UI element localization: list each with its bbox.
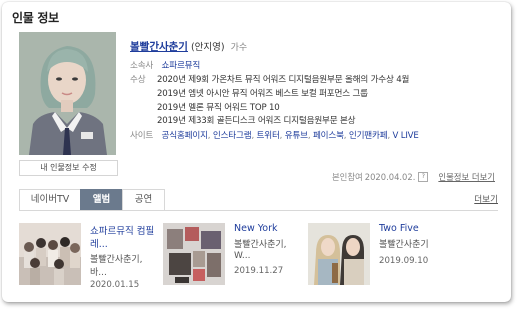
album-artist: 볼빨간사춘기, <box>90 255 143 265</box>
award-item: 2019년 엠넷 아시안 뮤직 어워즈 베스트 보컬 퍼포먼스 그룹 <box>157 89 368 99</box>
album-artist-continued: W... <box>234 251 251 261</box>
contributor-date: 2020.04.02. <box>364 172 416 182</box>
more-person-info-link[interactable]: 인물정보 더보기 <box>438 171 495 183</box>
album-cover[interactable] <box>19 223 81 285</box>
content-tabs: 네이버TV 앨범 공연 더보기 <box>19 189 498 211</box>
agency-label: 소속사 <box>130 61 154 71</box>
help-icon[interactable]: ? <box>418 172 429 182</box>
album-artist-continued: 바... <box>90 268 107 278</box>
album-title-continued[interactable]: 레... <box>90 236 108 250</box>
award-item: 2020년 제9회 가온차트 뮤직 어워즈 디지털음원부문 올해의 가수상 4월 <box>157 75 410 85</box>
album-date: 2020.01.15 <box>90 280 140 290</box>
site-separator: , <box>207 131 211 141</box>
artist-real-name: (안지영) <box>190 42 225 53</box>
site-link-official[interactable]: 공식홈페이지 <box>162 131 208 141</box>
site-link-vlive[interactable]: V LIVE <box>393 131 419 141</box>
artist-name-link[interactable]: 볼빨간사춘기 <box>130 41 188 53</box>
site-separator: , <box>251 131 254 141</box>
name-row: 볼빨간사춘기 (안지영) 가수 <box>130 35 247 54</box>
tab-album[interactable]: 앨범 <box>80 189 123 210</box>
agency-row: 소속사 쇼파르뮤직 <box>130 59 200 71</box>
album-artist: 볼빨간사춘기 <box>379 240 429 250</box>
album-title[interactable]: 쇼파르뮤직 컴필 <box>90 223 154 237</box>
site-separator: , <box>387 131 390 141</box>
album-artist: 볼빨간사춘기, <box>234 240 287 250</box>
contributor-row: 본인참여 2020.04.02. ? 인물정보 더보기 <box>332 171 495 183</box>
sites-label: 사이트 <box>130 131 154 141</box>
album-title[interactable]: New York <box>234 223 278 234</box>
section-title: 인물 정보 <box>12 11 59 25</box>
award-item: 2019년 제33회 골든디스크 어워즈 디지털음원부문 본상 <box>157 116 356 126</box>
site-link-instagram[interactable]: 인스타그램 <box>213 131 252 141</box>
sites-row: 사이트 공식홈페이지, 인스타그램, 트위터, 유튜브, 페이스북, 인기팬카페… <box>130 129 419 141</box>
person-info-card: 인물 정보 내 인물정보 수정 볼빨간사춘기 (안지영) 가수 소속사 쇼파르뮤… <box>2 2 511 302</box>
album-cover[interactable] <box>163 223 225 285</box>
site-link-fancafe[interactable]: 인기팬카페 <box>349 131 388 141</box>
site-separator: , <box>307 131 311 141</box>
agency-link[interactable]: 쇼파르뮤직 <box>162 61 201 71</box>
award-item: 2019년 멜론 뮤직 어워드 TOP 10 <box>157 103 280 113</box>
contributor-label: 본인참여 <box>331 172 363 182</box>
edit-my-info-button[interactable]: 내 인물정보 수정 <box>19 160 118 176</box>
tab-concert[interactable]: 공연 <box>122 189 165 210</box>
album-title[interactable]: Two Five <box>379 223 419 234</box>
tab-navertv[interactable]: 네이버TV <box>19 189 81 210</box>
awards-label: 수상 <box>130 75 146 85</box>
album-date: 2019.09.10 <box>379 256 429 266</box>
site-link-youtube[interactable]: 유튜브 <box>285 131 308 141</box>
album-cover[interactable] <box>308 223 370 285</box>
album-date: 2019.11.27 <box>234 266 284 276</box>
awards-row: 수상 <box>130 73 157 85</box>
artist-role: 가수 <box>230 43 248 53</box>
site-separator: , <box>343 131 347 141</box>
site-link-twitter[interactable]: 트위터 <box>257 131 280 141</box>
site-link-facebook[interactable]: 페이스북 <box>313 131 344 141</box>
profile-photo[interactable] <box>19 32 116 155</box>
site-separator: , <box>279 131 283 141</box>
tabs-more-link[interactable]: 더보기 <box>474 193 498 205</box>
